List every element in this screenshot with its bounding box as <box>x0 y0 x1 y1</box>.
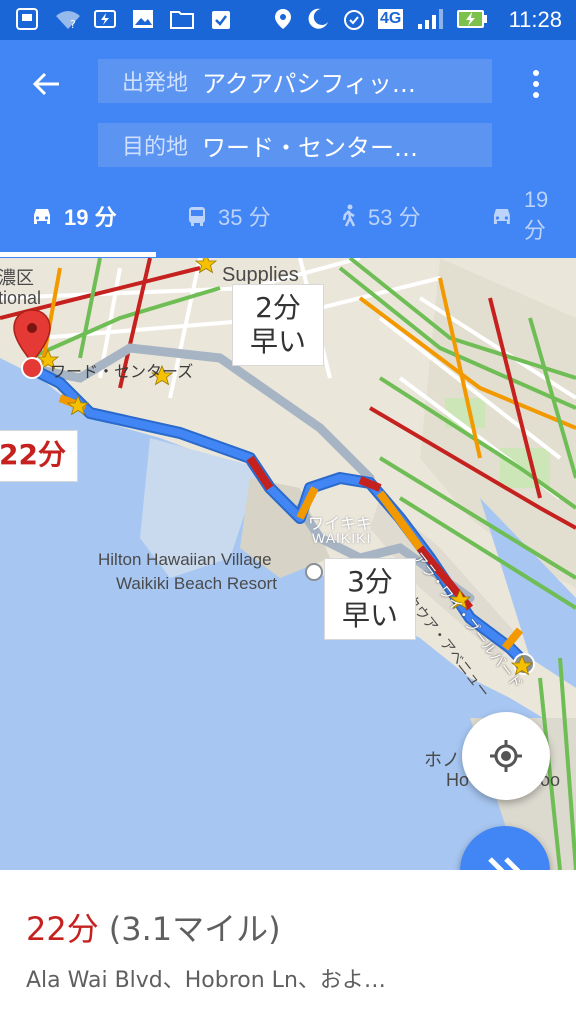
alt-route-2-time: 3分 <box>347 565 393 598</box>
folder-icon <box>170 8 194 30</box>
route-time: 22分 <box>26 910 99 948</box>
clipboard-check-icon <box>210 8 232 30</box>
route-distance: (3.1マイル) <box>108 910 281 948</box>
map-label-national: tional <box>0 288 42 308</box>
origin-field[interactable]: 出発地 アクアパシフィッ… <box>98 59 492 103</box>
tab-transit-label: 35 分 <box>218 205 271 230</box>
directions-header: 出発地 アクアパシフィッ… 目的地 ワード・センター… 19 分 35 分 53… <box>0 40 576 258</box>
route-summary-sheet[interactable]: 22分 (3.1マイル) Ala Wai Blvd、Hobron Ln、およ… <box>0 870 576 1024</box>
image-icon <box>132 8 154 30</box>
more-vert-icon <box>533 70 539 76</box>
map-label-ward-centers: ワード・センターズ <box>50 364 194 381</box>
map-label-hono: ホノ <box>424 750 460 770</box>
destination-label: 目的地 <box>122 135 189 160</box>
route-via: Ala Wai Blvd、Hobron Ln、およ… <box>26 968 386 993</box>
tab-walking[interactable]: 53 分 <box>340 188 421 244</box>
signal-icon <box>414 8 444 30</box>
walk-icon <box>342 204 356 227</box>
back-button[interactable] <box>26 64 66 104</box>
map-label-waikiki-en: WAIKĪKĪ <box>312 530 372 546</box>
arrow-back-icon <box>32 72 59 96</box>
my-location-button[interactable] <box>462 712 550 800</box>
network-4g-icon: 4G <box>378 8 404 30</box>
origin-value: アクアパシフィッ… <box>202 69 416 98</box>
more-options-button[interactable] <box>522 64 550 104</box>
night-mode-icon <box>306 8 330 30</box>
alt-route-1-text: 早い <box>249 325 306 358</box>
map-label-hilton-2: Waikiki Beach Resort <box>116 574 277 593</box>
tab-walking-label: 53 分 <box>368 205 421 230</box>
screen-share-icon <box>16 8 38 30</box>
destination-value: ワード・センター… <box>202 133 419 162</box>
tab-driving-label: 19 分 <box>64 205 117 230</box>
selected-route-callout[interactable]: 22分 <box>0 430 78 482</box>
alt-route-callout-2[interactable]: 3分 早い <box>324 558 416 640</box>
network-type-label: 4G <box>378 9 404 29</box>
origin-label: 出発地 <box>122 71 189 96</box>
tab-transit[interactable]: 35 分 <box>186 188 271 244</box>
tab-indicator <box>0 252 156 257</box>
tab-taxi-label: 19 分 <box>523 187 549 243</box>
car-icon <box>34 209 50 224</box>
svg-text:?: ? <box>70 18 76 30</box>
destination-field[interactable]: 目的地 ワード・センター… <box>98 123 492 167</box>
map-label-district: 濃区 <box>0 268 34 288</box>
tab-taxi[interactable]: 19 分 <box>490 187 576 244</box>
alt-route-2-text: 早い <box>341 599 398 632</box>
location-icon <box>274 8 292 30</box>
alt-route-callout-1[interactable]: 2分 早い <box>232 284 324 366</box>
battery-saver-icon <box>94 8 116 30</box>
clock: 11:28 <box>508 7 562 32</box>
hotel-pin <box>305 563 323 581</box>
alarm-icon <box>342 8 366 30</box>
route-duration: 22分 (3.1マイル) <box>26 904 281 950</box>
bus-icon <box>189 207 205 226</box>
travel-mode-tabs: 19 分 35 分 53 分 19 分 <box>0 187 576 244</box>
my-location-icon <box>490 740 522 772</box>
wifi-unknown-icon: ? <box>54 8 82 30</box>
status-bar: ? 4G 11:28 <box>0 0 576 40</box>
alt-route-1-time: 2分 <box>255 291 301 324</box>
battery-charging-icon <box>456 8 488 30</box>
map-label-hilton-1: Hilton Hawaiian Village <box>98 550 272 569</box>
tab-driving[interactable]: 19 分 <box>30 188 117 244</box>
car-icon <box>493 209 510 224</box>
